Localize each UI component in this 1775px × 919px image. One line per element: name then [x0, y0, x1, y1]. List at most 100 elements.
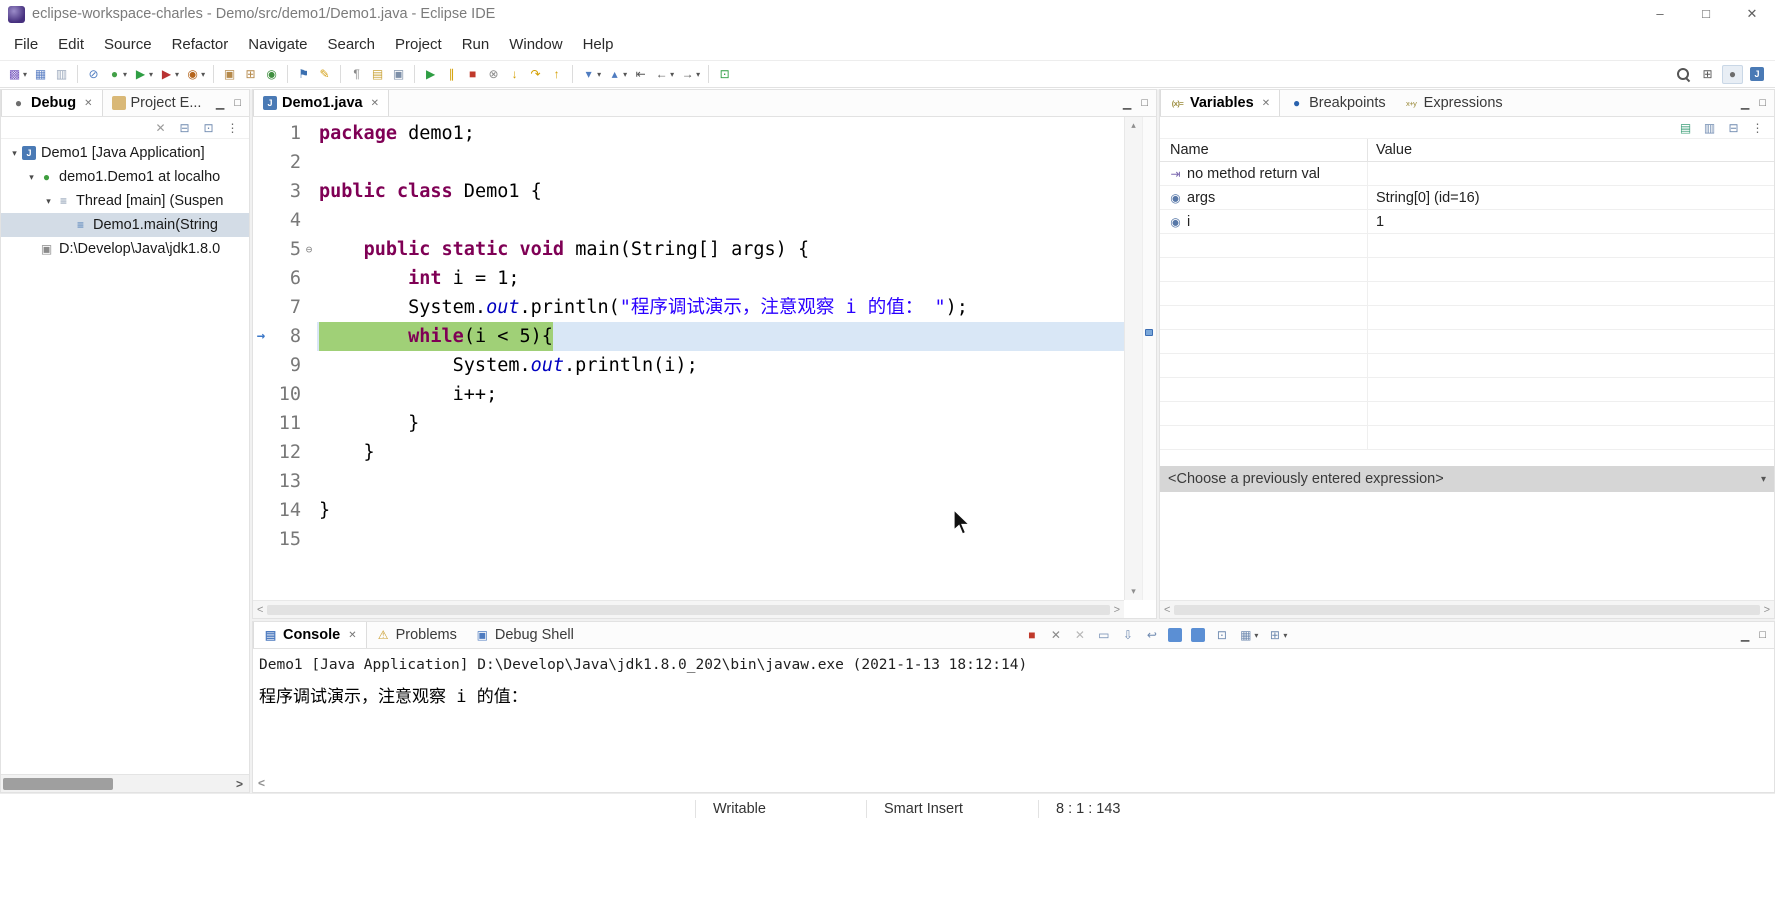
line-number[interactable]: 7 — [269, 293, 301, 322]
tree-expand-icon[interactable]: ▾ — [24, 172, 39, 183]
code-text[interactable] — [317, 148, 1124, 177]
line-number[interactable]: 9 — [269, 351, 301, 380]
line-number[interactable]: 15 — [269, 525, 301, 554]
next-annotation-dropdown-icon[interactable]: ▾ — [597, 70, 601, 79]
disconnect-button[interactable]: ⊗ — [484, 66, 503, 83]
debug-maximize-button[interactable]: □ — [234, 97, 241, 109]
terminate-console-button[interactable]: ■ — [1022, 627, 1041, 644]
menu-help[interactable]: Help — [573, 31, 624, 58]
open-console-dropdown-icon[interactable]: ▾ — [1283, 631, 1287, 640]
previous-annotation-dropdown-icon[interactable]: ▾ — [623, 70, 627, 79]
menu-navigate[interactable]: Navigate — [238, 31, 317, 58]
tree-item-thread-main-suspen[interactable]: ▾≡Thread [main] (Suspen — [1, 189, 249, 213]
variables-hscrollbar[interactable]: < > — [1160, 600, 1774, 618]
line-number[interactable]: 3 — [269, 177, 301, 206]
coverage-button[interactable]: ▶▾ — [157, 66, 181, 83]
fold-marker-icon[interactable]: ⊖ — [301, 235, 317, 264]
run-button[interactable]: ▶▾ — [131, 66, 155, 83]
code-text[interactable]: } — [317, 438, 1124, 467]
console-tab-close-icon[interactable]: ✕ — [348, 630, 356, 641]
line-number[interactable]: 6 — [269, 264, 301, 293]
tree-item-demo1-java-application[interactable]: ▾JDemo1 [Java Application] — [1, 141, 249, 165]
maximize-button[interactable]: □ — [1683, 0, 1729, 28]
menu-search[interactable]: Search — [317, 31, 385, 58]
next-annotation-button[interactable]: ▾▾ — [579, 66, 603, 83]
editor-vscrollbar[interactable]: ▴ ▾ — [1124, 117, 1142, 600]
remove-all-launches-button[interactable]: ✕ — [1070, 627, 1089, 644]
show-logical-structures-button[interactable]: ▤ — [1676, 119, 1695, 136]
console-scroll-left-icon[interactable]: < — [258, 776, 265, 790]
line-number[interactable]: 11 — [269, 409, 301, 438]
debug-hscroll-thumb[interactable] — [3, 778, 113, 790]
new-java-package-button[interactable]: ⊞ — [241, 66, 260, 83]
variables-minimize-button[interactable]: ▁ — [1741, 97, 1749, 110]
debug-tab-debug[interactable]: ●Debug✕ — [1, 90, 103, 116]
variables-hscroll-thumb[interactable] — [1174, 605, 1759, 615]
code-text[interactable] — [317, 206, 1124, 235]
code-text[interactable] — [317, 525, 1124, 554]
variables-scroll-right-icon[interactable]: > — [1764, 604, 1770, 616]
variables-tab-breakpoints[interactable]: ●Breakpoints — [1280, 90, 1395, 116]
link-with-editor-button[interactable]: ⊡ — [715, 66, 734, 83]
toggle-mark-occurrences-button[interactable]: ✎ — [315, 66, 334, 83]
word-wrap-button[interactable]: ↩ — [1142, 627, 1161, 644]
save-button[interactable]: ▦ — [31, 66, 50, 83]
code-text[interactable]: } — [317, 409, 1124, 438]
previous-annotation-button[interactable]: ▴▾ — [605, 66, 629, 83]
variable-row-no-method-return-val[interactable]: ⇥no method return val — [1160, 162, 1774, 186]
debug-view-menu-button[interactable]: ⋮ — [223, 119, 242, 136]
editor-tab-demo1-java[interactable]: JDemo1.java✕ — [253, 90, 389, 116]
code-text[interactable]: public class Demo1 { — [317, 177, 1124, 206]
console-output[interactable]: 程序调试演示，注意观察 i 的值： — [253, 673, 1774, 707]
new-wizard-dropdown-icon[interactable]: ▾ — [23, 70, 27, 79]
console-minimize-button[interactable]: ▁ — [1741, 629, 1749, 642]
variables-tab-variables[interactable]: (x)=Variables✕ — [1160, 90, 1280, 116]
resume-button[interactable]: ▶ — [421, 66, 440, 83]
editor-maximize-button[interactable]: □ — [1141, 97, 1148, 109]
line-number[interactable]: 1 — [269, 119, 301, 148]
line-number[interactable]: 14 — [269, 496, 301, 525]
show-whitespace-button[interactable]: ¶ — [347, 66, 366, 83]
console-hscrollbar[interactable]: < — [253, 774, 265, 792]
expression-bar[interactable]: <Choose a previously entered expression>… — [1160, 466, 1774, 492]
editor-scroll-right-icon[interactable]: > — [1114, 604, 1120, 616]
open-type-button[interactable]: ▤ — [368, 66, 387, 83]
menu-refactor[interactable]: Refactor — [162, 31, 239, 58]
console-tab-problems[interactable]: ⚠Problems — [367, 622, 466, 648]
tree-expand-icon[interactable]: ▾ — [41, 196, 56, 207]
expression-dropdown-icon[interactable]: ▾ — [1761, 474, 1766, 485]
variables-maximize-button[interactable]: □ — [1759, 97, 1766, 109]
show-type-names-button[interactable]: ▥ — [1700, 119, 1719, 136]
line-number[interactable]: 12 — [269, 438, 301, 467]
new-wizard-button[interactable]: ▩▾ — [5, 66, 29, 83]
step-return-button[interactable]: ↑ — [547, 66, 566, 83]
variable-row-args[interactable]: ◉argsString[0] (id=16) — [1160, 186, 1774, 210]
column-header-name[interactable]: Name — [1160, 139, 1368, 161]
menu-file[interactable]: File — [4, 31, 48, 58]
remove-launch-button[interactable]: ✕ — [1046, 627, 1065, 644]
code-text[interactable] — [317, 467, 1124, 496]
line-number[interactable]: 8 — [269, 322, 301, 351]
scroll-down-icon[interactable]: ▾ — [1131, 586, 1136, 597]
debug-button[interactable]: ●▾ — [105, 66, 129, 83]
editor-scroll-left-icon[interactable]: < — [257, 604, 263, 616]
show-stderr-button[interactable] — [1189, 627, 1207, 643]
show-stdout-button[interactable] — [1166, 627, 1184, 643]
back-button[interactable]: ←▾ — [652, 66, 676, 83]
menu-run[interactable]: Run — [452, 31, 500, 58]
code-text[interactable]: public static void main(String[] args) { — [317, 235, 1124, 264]
debug-scroll-right-icon[interactable]: > — [236, 777, 249, 791]
forward-button[interactable]: →▾ — [678, 66, 702, 83]
code-text[interactable]: package demo1; — [317, 119, 1124, 148]
code-text[interactable]: System.out.println("程序调试演示，注意观察 i 的值： ")… — [317, 293, 1124, 322]
code-text[interactable]: System.out.println(i); — [317, 351, 1124, 380]
run-dropdown-icon[interactable]: ▾ — [149, 70, 153, 79]
console-tab-debug-shell[interactable]: ▣Debug Shell — [466, 622, 583, 648]
line-number[interactable]: 4 — [269, 206, 301, 235]
menu-edit[interactable]: Edit — [48, 31, 94, 58]
variables-tab-close-icon[interactable]: ✕ — [1262, 98, 1270, 109]
tree-expand-icon[interactable]: ▾ — [7, 148, 22, 159]
terminate-button[interactable]: ■ — [463, 66, 482, 83]
pin-console-button[interactable]: ⊡ — [1212, 627, 1231, 644]
close-button[interactable]: ✕ — [1729, 0, 1775, 28]
